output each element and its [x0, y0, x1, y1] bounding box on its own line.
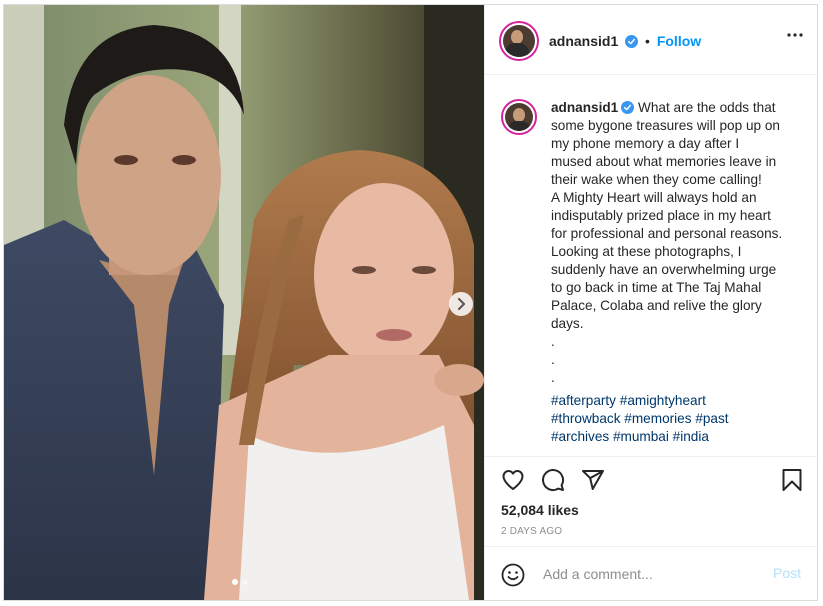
caption-line: Palace, Colaba and relive the glory: [551, 298, 762, 313]
carousel-dot: [232, 579, 238, 585]
bookmark-icon[interactable]: [781, 468, 803, 492]
more-options-icon[interactable]: [787, 33, 803, 37]
caption-line: my phone memory a day after I: [551, 136, 740, 151]
follow-separator: •: [645, 33, 650, 49]
hashtag-link[interactable]: #amightyheart: [620, 393, 706, 408]
caption-line: to go back in time at The Taj Mahal: [551, 280, 762, 295]
carousel-dot: [242, 579, 248, 585]
caption-line: .: [551, 334, 555, 349]
caption-line: mused about what memories leave in: [551, 154, 777, 169]
header-user-line: adnansid1 • Follow: [549, 33, 701, 49]
comment-bar: Post: [485, 546, 817, 600]
post-comment-button[interactable]: Post: [773, 565, 801, 581]
caption-line: A Mighty Heart will always hold an: [551, 190, 757, 205]
caption-line: suddenly have an overwhelming urge: [551, 262, 777, 277]
comment-icon[interactable]: [541, 468, 565, 492]
caption-line: their wake when they come calling!: [551, 172, 762, 187]
caption-line: indisputably prized place in my heart: [551, 208, 771, 223]
caption-line: What are the odds that: [638, 100, 776, 115]
avatar[interactable]: [499, 21, 539, 61]
post-header: adnansid1 • Follow: [485, 5, 817, 75]
avatar-image: [505, 103, 533, 131]
avatar-image: [503, 25, 535, 57]
comment-input[interactable]: [541, 561, 765, 587]
share-icon[interactable]: [581, 468, 605, 492]
caption-line: days.: [551, 316, 584, 331]
carousel-dots: [232, 579, 248, 585]
username-link[interactable]: adnansid1: [549, 33, 618, 49]
verified-badge-icon: [625, 35, 639, 48]
verified-badge-icon: [621, 101, 635, 114]
caption-line: .: [551, 352, 555, 367]
emoji-icon[interactable]: [501, 563, 525, 587]
hashtag-link[interactable]: #archives: [551, 429, 609, 444]
hashtag-link[interactable]: #india: [673, 429, 709, 444]
hashtag-list: #afterparty #amightyheart #throwback #me…: [551, 392, 801, 446]
hashtag-link[interactable]: #memories: [624, 411, 691, 426]
caption-username-link[interactable]: adnansid1: [551, 100, 618, 115]
hashtag-link[interactable]: #past: [695, 411, 728, 426]
avatar[interactable]: [501, 99, 537, 135]
follow-button[interactable]: Follow: [657, 33, 701, 49]
photo-image: [4, 5, 484, 600]
caption-line: .: [551, 370, 555, 385]
like-count[interactable]: 52,084 likes: [501, 502, 579, 518]
chevron-right-icon: [458, 298, 465, 310]
timestamp[interactable]: 2 DAYS AGO: [501, 526, 562, 537]
caption-text: adnansid1 What are the odds that some by…: [551, 99, 811, 387]
post-sidebar: adnansid1 • Follow adnansid1 What are th…: [484, 5, 817, 600]
caption-line: Looking at these photographs, I: [551, 244, 742, 259]
carousel-next-button[interactable]: [449, 292, 473, 316]
post-photo[interactable]: [4, 5, 484, 600]
caption-line: for professional and personal reasons.: [551, 226, 783, 241]
hashtag-link[interactable]: #throwback: [551, 411, 621, 426]
heart-icon[interactable]: [501, 468, 525, 492]
hashtag-link[interactable]: #mumbai: [613, 429, 669, 444]
hashtag-link[interactable]: #afterparty: [551, 393, 616, 408]
post-modal: adnansid1 • Follow adnansid1 What are th…: [3, 4, 818, 601]
post-actions: 52,084 likes 2 DAYS AGO: [485, 456, 817, 547]
caption-line: some bygone treasures will pop up on: [551, 118, 780, 133]
